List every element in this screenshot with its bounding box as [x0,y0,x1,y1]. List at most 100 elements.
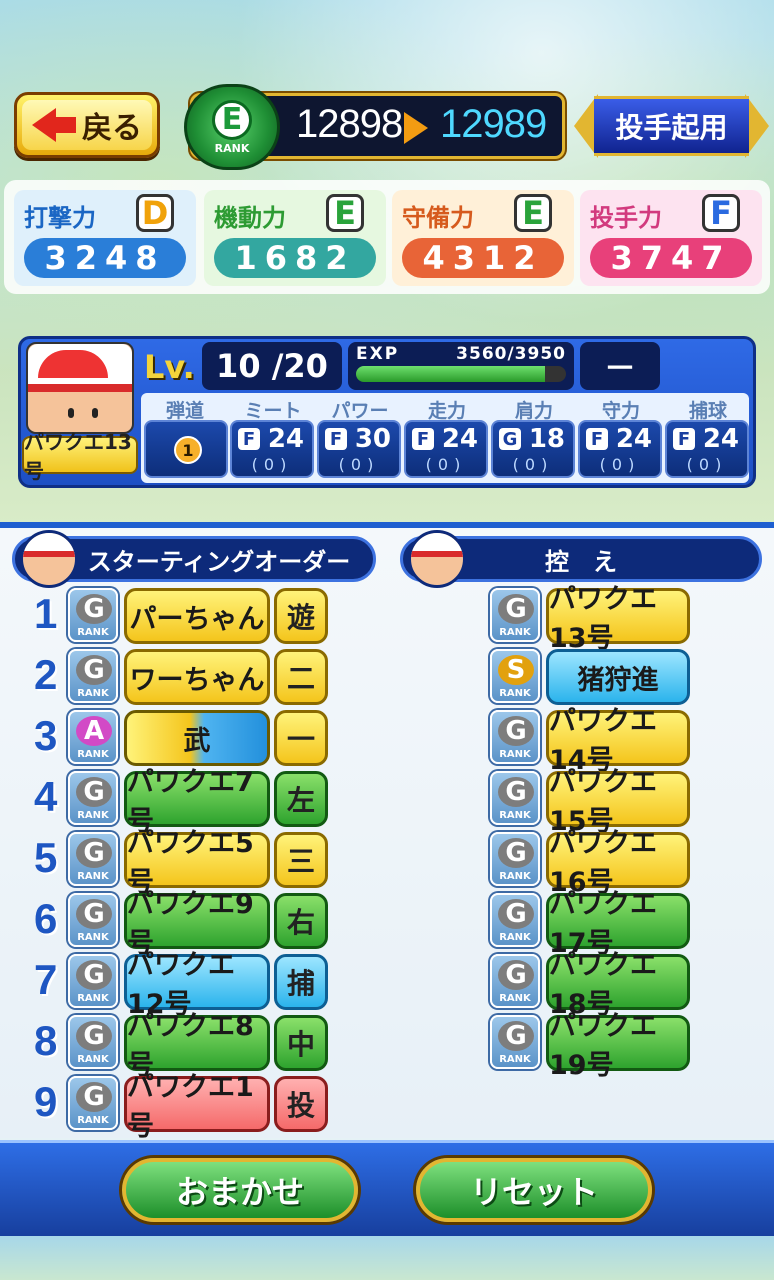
rank-word: RANK [499,749,531,760]
ability-header: 走力 [427,400,466,422]
ability-grade: F [325,428,347,450]
rank-badge: A RANK [68,710,118,764]
lineup-player-button[interactable]: パワクエ5号 [124,828,270,898]
rank-word: RANK [499,688,531,699]
player-slot: － [580,342,660,390]
bench-player-button[interactable]: パワクエ18号 [546,950,690,1020]
rank-word: RANK [77,749,109,760]
ability-box: G 18 (0) [491,420,575,478]
position-button[interactable]: 投 [274,1076,328,1132]
rank-word: RANK [77,993,109,1004]
ability-value: 24 [441,424,478,454]
player-mascot-icon [408,530,466,588]
ability-grade: F [238,428,260,450]
auto-assign-button[interactable]: おまかせ [122,1158,358,1222]
bottom-bar [0,1140,774,1236]
rank-points-new: 12989 [440,102,547,146]
rank-letter: G [498,838,534,868]
reset-button[interactable]: リセット [416,1158,652,1222]
cap [28,344,132,392]
rank-badge: G RANK [490,832,540,886]
exp-bar [356,366,566,382]
ability-value: 30 [354,424,391,454]
rank-badge: G RANK [68,832,118,886]
arrow-right-icon [404,112,428,144]
rank-word: RANK [77,932,109,943]
batting-order-number: 2 [34,651,58,698]
ability-grade: F [673,428,695,450]
pitcher-usage-button[interactable]: 投手起用 [574,90,769,162]
batting-order-number: 4 [34,773,58,820]
bench-player-button[interactable]: パワクエ19号 [546,1011,690,1081]
team-stat-label: 機動力 [214,204,286,232]
bench-title: 控 え [545,547,617,576]
pitcher-button-label: 投手起用 [615,111,728,144]
lineup-player-button[interactable]: パワクエ8号 [124,1011,270,1081]
position-button[interactable]: 二 [274,649,328,705]
ability-header: 肩力 [514,400,553,422]
ability-bonus: (0) [686,455,728,474]
rank-badge: G RANK [68,954,118,1008]
ability-bonus: (0) [599,455,641,474]
bench-player-button[interactable]: パワクエ14号 [546,706,690,776]
rank-letter: G [76,899,112,929]
rank-letter: G [76,655,112,685]
eye [92,408,98,418]
rank-letter: G [76,594,112,624]
lineup-player-button[interactable]: パワクエ1号 [124,1072,270,1142]
bench-player-button[interactable]: パワクエ15号 [546,767,690,837]
starting-order-title: スターティングオーダー [87,547,351,576]
position-button[interactable]: 中 [274,1015,328,1071]
position-button[interactable]: 三 [274,832,328,888]
back-button[interactable]: 戻る [14,92,160,158]
rank-word: RANK [499,810,531,821]
ability-box: F 24 (0) [665,420,749,478]
rank-badge: G RANK [68,649,118,703]
bench-player-button[interactable]: パワクエ13号 [546,584,690,654]
rank-word: RANK [77,810,109,821]
lineup-player-button[interactable]: ワーちゃん [124,649,270,705]
rank-letter: S [498,655,534,685]
rank-word: RANK [77,688,109,699]
rank-word: RANK [499,871,531,882]
rank-badge: G RANK [490,954,540,1008]
rank-letter: G [498,777,534,807]
position-button[interactable]: 左 [274,771,328,827]
ability-grade: F [412,428,434,450]
position-button[interactable]: 遊 [274,588,328,644]
bench-player-button[interactable]: パワクエ16号 [546,828,690,898]
team-stat-grade: D [136,194,174,232]
ability-bonus: (0) [338,455,380,474]
ability-header-trajectory: 弾道 [165,400,204,422]
position-button[interactable]: 右 [274,893,328,949]
ability-value: 24 [267,424,304,454]
rank-letter: G [498,1021,534,1051]
ability-grade: F [586,428,608,450]
ability-header: 捕球 [688,400,727,422]
batting-order-number: 8 [34,1017,58,1064]
bench-player-button[interactable]: パワクエ17号 [546,889,690,959]
lineup-player-button[interactable]: 武 [124,710,270,766]
lineup-player-button[interactable]: パワクエ9号 [124,889,270,959]
rank-letter: G [498,960,534,990]
team-rank-word: RANK [214,141,250,155]
trajectory-arrow-icon: 1 [174,436,202,464]
position-button[interactable]: 一 [274,710,328,766]
rank-badge: G RANK [68,1015,118,1069]
rank-badge: G RANK [490,710,540,764]
rank-word: RANK [499,627,531,638]
rank-badge: G RANK [68,1076,118,1130]
bench-player-button[interactable]: 猪狩進 [546,649,690,705]
rank-letter: G [498,899,534,929]
lineup-player-button[interactable]: パーちゃん [124,588,270,644]
position-button[interactable]: 捕 [274,954,328,1010]
rank-badge: G RANK [490,588,540,642]
rank-badge: G RANK [490,771,540,825]
ability-header: ミート [244,400,302,422]
batting-order-number: 7 [34,956,58,1003]
bottom-background [0,1236,774,1280]
batting-order-number: 9 [34,1078,58,1125]
lineup-player-button[interactable]: パワクエ7号 [124,767,270,837]
lineup-player-button[interactable]: パワクエ12号 [124,950,270,1020]
rank-badge: G RANK [490,893,540,947]
